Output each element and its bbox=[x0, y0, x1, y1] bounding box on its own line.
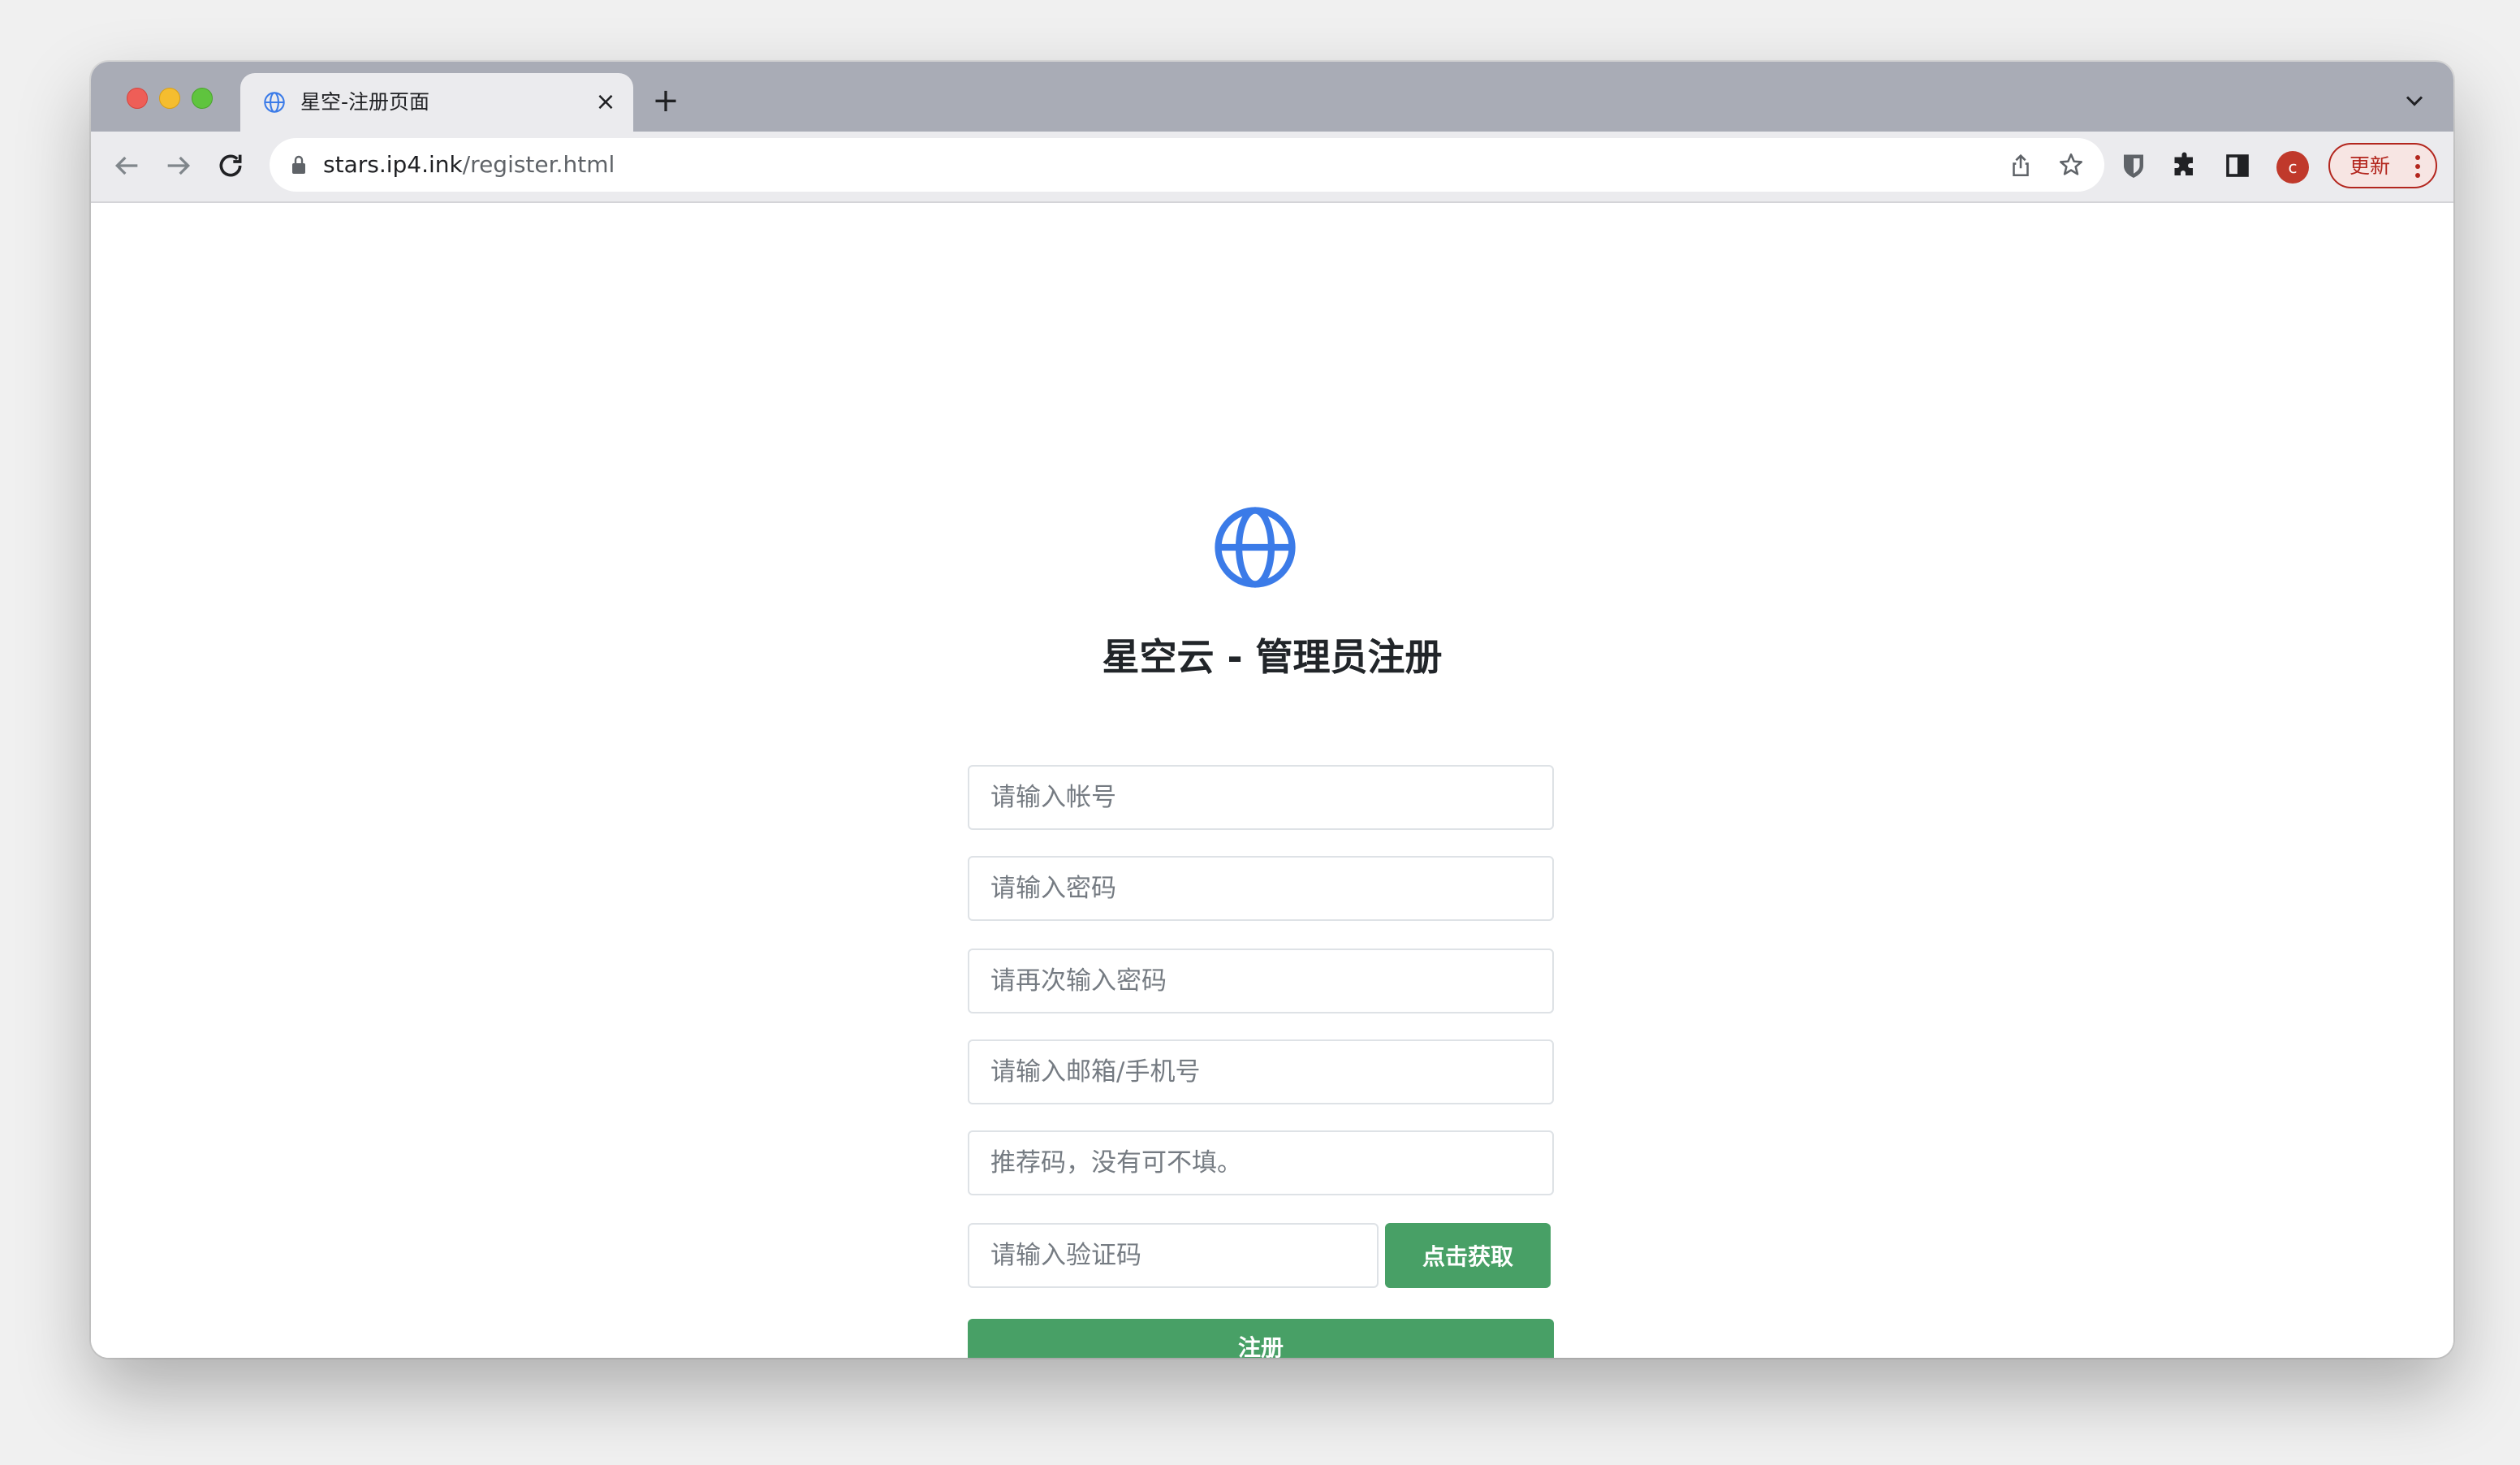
globe-icon bbox=[264, 92, 285, 113]
plus-icon[interactable]: + bbox=[649, 84, 682, 117]
puzzle-extension-icon[interactable] bbox=[2171, 151, 2200, 180]
register-button[interactable]: 注册 bbox=[968, 1319, 1554, 1358]
side-panel-icon[interactable] bbox=[2223, 151, 2252, 180]
address-bar[interactable]: stars.ip4.ink/register.html bbox=[270, 138, 2104, 192]
browser-window: 星空-注册页面 × + stars.ip4.ink/register.html … bbox=[91, 62, 2453, 1358]
password-input[interactable] bbox=[968, 856, 1554, 921]
page-title: 星空云 - 管理员注册 bbox=[1102, 635, 1443, 679]
password-confirm-input[interactable] bbox=[968, 949, 1554, 1013]
account-input[interactable] bbox=[968, 765, 1554, 830]
referral-code-input[interactable] bbox=[968, 1130, 1554, 1195]
globe-icon bbox=[1215, 507, 1296, 588]
forward-arrow-icon[interactable] bbox=[162, 149, 195, 182]
lock-icon[interactable] bbox=[289, 154, 309, 175]
chevron-down-icon[interactable] bbox=[2400, 86, 2429, 115]
bitwarden-extension-icon[interactable] bbox=[2119, 151, 2148, 180]
tab-register[interactable]: 星空-注册页面 × bbox=[240, 73, 633, 132]
browser-toolbar: stars.ip4.ink/register.html c 更新 bbox=[91, 132, 2453, 203]
register-page: 星空云 - 管理员注册 点击获取 注册 bbox=[91, 203, 2453, 1358]
email-phone-input[interactable] bbox=[968, 1039, 1554, 1104]
tab-title: 星空-注册页面 bbox=[300, 90, 430, 114]
share-icon[interactable] bbox=[2007, 151, 2035, 179]
close-icon[interactable]: × bbox=[593, 89, 619, 115]
star-icon[interactable] bbox=[2057, 151, 2085, 179]
minimize-window-button[interactable] bbox=[159, 88, 180, 109]
update-label: 更新 bbox=[2350, 154, 2391, 178]
close-window-button[interactable] bbox=[127, 88, 148, 109]
reload-icon[interactable] bbox=[214, 149, 247, 182]
url-path: /register.html bbox=[462, 151, 615, 178]
back-arrow-icon[interactable] bbox=[110, 149, 143, 182]
url-host: stars.ip4.ink bbox=[323, 151, 463, 178]
get-code-button[interactable]: 点击获取 bbox=[1385, 1223, 1551, 1288]
zoom-window-button[interactable] bbox=[192, 88, 213, 109]
avatar[interactable]: c bbox=[2276, 151, 2309, 184]
tab-strip: 星空-注册页面 × + bbox=[91, 62, 2453, 132]
url-text[interactable]: stars.ip4.ink/register.html bbox=[323, 149, 615, 180]
more-vert-icon bbox=[2415, 155, 2420, 178]
update-button[interactable]: 更新 bbox=[2328, 143, 2437, 188]
verification-code-input[interactable] bbox=[968, 1223, 1379, 1288]
